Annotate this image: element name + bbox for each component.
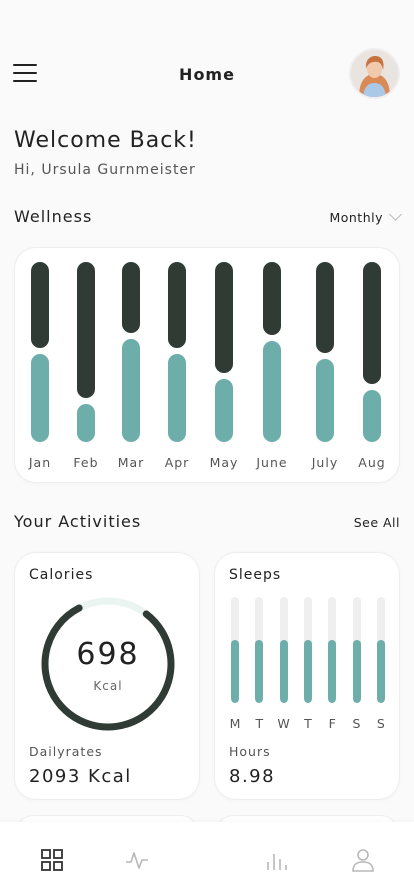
welcome-title: Welcome Back! xyxy=(14,128,197,153)
calories-card[interactable]: Calories 698 Kcal Dailyrates 2093 Kcal xyxy=(14,552,200,800)
sleep-bar xyxy=(303,597,312,703)
period-dropdown[interactable]: Monthly xyxy=(329,208,402,225)
hours-label: Hours xyxy=(229,744,271,759)
wellness-bar-remainder xyxy=(263,262,281,335)
top-bar: Home xyxy=(0,44,414,104)
wellness-bar xyxy=(122,262,140,442)
dailyrates-label: Dailyrates xyxy=(29,744,103,759)
wellness-bar-remainder xyxy=(31,262,49,348)
greeting-text: Hi, Ursula Gurnmeister xyxy=(14,162,196,178)
wellness-chart-card: Jan Feb Mar Apr May June July Aug xyxy=(14,247,400,483)
hours-value: 8.98 xyxy=(229,766,276,787)
wellness-month-label: Feb xyxy=(73,455,99,470)
see-all-link[interactable]: See All xyxy=(354,515,400,530)
wellness-bar-value xyxy=(31,354,49,442)
wellness-bar xyxy=(316,262,334,442)
wellness-bar-remainder xyxy=(122,262,140,333)
sleep-day-label: T xyxy=(255,716,264,731)
wellness-month-label: June xyxy=(256,455,288,470)
wellness-bar-value xyxy=(77,404,95,442)
sleep-bar xyxy=(255,597,264,703)
dailyrates-value: 2093 Kcal xyxy=(29,766,132,787)
chevron-down-icon xyxy=(389,208,402,221)
wellness-month-label: July xyxy=(311,455,339,470)
sleep-bar xyxy=(279,597,288,703)
wellness-bar-value xyxy=(215,379,233,442)
wellness-month-label: Aug xyxy=(358,455,386,470)
sleep-bar xyxy=(328,597,337,703)
sleep-bar-fill xyxy=(328,640,337,703)
bottom-tab-bar xyxy=(0,822,414,896)
sleep-bar-fill xyxy=(352,640,361,703)
sleep-bar-fill xyxy=(376,640,385,703)
sleep-bar xyxy=(352,597,361,703)
wellness-title: Wellness xyxy=(14,207,93,226)
sleep-bar xyxy=(231,597,239,703)
period-label: Monthly xyxy=(329,210,383,225)
wellness-bar-remainder xyxy=(168,262,186,348)
calories-unit: Kcal xyxy=(93,679,123,693)
wellness-bar-value xyxy=(316,359,334,442)
sleeps-card[interactable]: Sleeps Hours 8.98 MTWTFSS xyxy=(214,552,400,800)
wellness-bar xyxy=(263,262,281,442)
avatar[interactable] xyxy=(349,48,400,99)
sleeps-title: Sleeps xyxy=(229,567,282,583)
sleep-bar xyxy=(376,597,385,703)
stats-bars-icon[interactable] xyxy=(264,848,288,872)
sleep-day-label: S xyxy=(352,716,361,731)
sleep-day-label: M xyxy=(229,716,241,731)
activity-pulse-icon[interactable] xyxy=(125,848,149,872)
wellness-month-label: Jan xyxy=(28,455,52,470)
wellness-bar xyxy=(31,262,49,442)
wellness-bar-value xyxy=(122,339,140,442)
wellness-bar-remainder xyxy=(215,262,233,373)
wellness-month-label: Mar xyxy=(117,455,145,470)
wellness-bar-value xyxy=(168,354,186,442)
sleep-bar-fill xyxy=(303,640,312,703)
wellness-bar xyxy=(77,262,95,442)
sleep-bar-fill xyxy=(279,640,288,703)
sleep-day-label: W xyxy=(277,716,290,731)
wellness-bar-value xyxy=(363,390,381,442)
wellness-bar xyxy=(363,262,381,442)
wellness-month-label: Apr xyxy=(164,455,190,470)
sleep-day-label: F xyxy=(328,716,336,731)
wellness-bar xyxy=(168,262,186,442)
dashboard-grid-icon[interactable] xyxy=(40,848,64,872)
activities-title: Your Activities xyxy=(14,512,142,531)
wellness-bar-value xyxy=(263,341,281,442)
sleep-bar-fill xyxy=(255,640,264,703)
sleep-day-label: T xyxy=(304,716,312,731)
calories-value: 698 xyxy=(76,637,140,672)
wellness-bar-remainder xyxy=(363,262,381,384)
calories-title: Calories xyxy=(29,567,94,583)
sleep-day-label: S xyxy=(376,716,385,731)
profile-user-icon[interactable] xyxy=(351,848,375,872)
sleep-bar-fill xyxy=(231,640,239,703)
wellness-bar xyxy=(215,262,233,442)
wellness-bar-remainder xyxy=(77,262,95,398)
wellness-month-label: May xyxy=(209,455,239,470)
wellness-bar-remainder xyxy=(316,262,334,353)
